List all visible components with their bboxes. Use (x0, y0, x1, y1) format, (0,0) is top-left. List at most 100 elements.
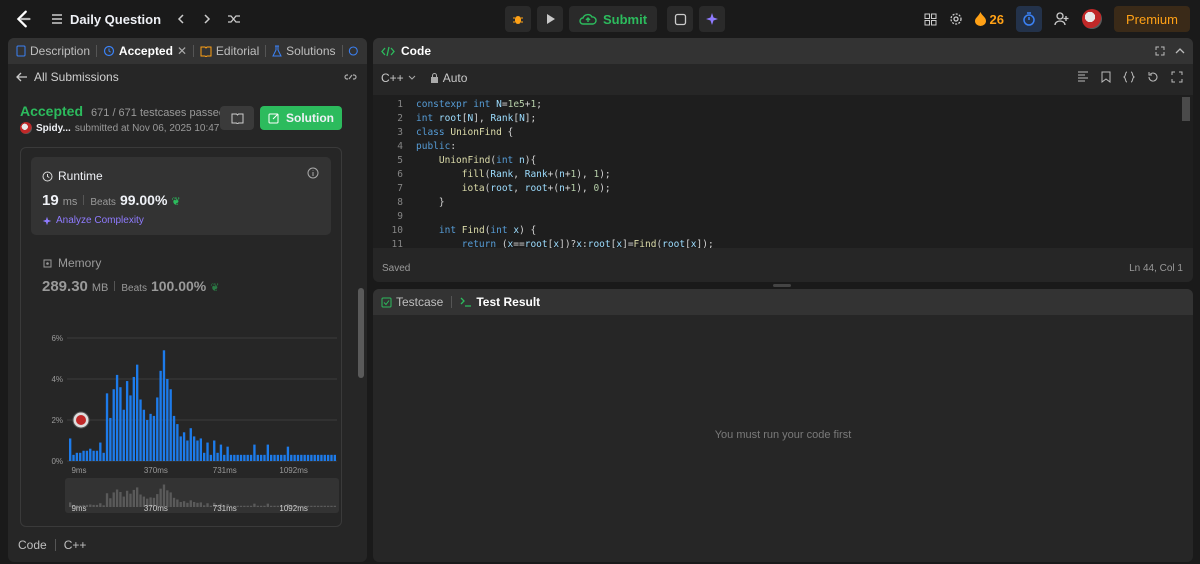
analyze-complexity-link[interactable]: Analyze Complexity (42, 215, 144, 226)
line-number: 8 (397, 197, 403, 208)
reset-icon[interactable] (1147, 71, 1159, 83)
your-result-marker-inner (76, 415, 86, 425)
runtime-distribution-chart[interactable]: 6% 4% 2% 0% 9ms 370ms 731ms 1092ms 9ms 370ms 731ms… (21, 328, 341, 518)
problem-list-button[interactable]: Daily Question (50, 12, 161, 27)
chart-bar (226, 446, 229, 461)
x-tick-label: 1092ms (279, 466, 307, 475)
code-footer[interactable]: Code C++ (18, 538, 86, 552)
chart-bar (75, 452, 79, 461)
overview-bar (129, 493, 132, 507)
code-line[interactable]: constexpr int N=1e5+1; (416, 98, 714, 112)
bug-icon (513, 16, 523, 24)
info-icon[interactable] (307, 167, 319, 179)
add-user-icon[interactable] (1054, 12, 1070, 26)
chart-bar (330, 454, 333, 461)
code-line[interactable]: return (x==root[x])?x:root[x]=Find(root[… (416, 238, 714, 248)
book-icon (200, 46, 212, 57)
collapse-icon[interactable] (1175, 47, 1185, 55)
next-question-icon[interactable] (201, 13, 213, 25)
chart-bar (203, 452, 206, 461)
chart-bar (82, 450, 85, 461)
chart-bar (69, 438, 72, 461)
code-line[interactable]: UnionFind(int n){ (416, 154, 714, 168)
maximize-icon[interactable] (1155, 46, 1165, 56)
code-line[interactable]: class UnionFind { (416, 126, 714, 140)
tab-solutions[interactable]: Solutions (272, 44, 336, 58)
chip-icon (43, 259, 52, 267)
run-button[interactable] (537, 6, 563, 32)
chart-bar (109, 417, 112, 461)
auto-mode[interactable]: Auto (430, 71, 467, 85)
braces-icon[interactable] (1123, 71, 1135, 83)
resize-handle[interactable] (773, 284, 791, 287)
submit-button[interactable]: Submit (569, 6, 658, 32)
code-line[interactable]: public: (416, 140, 714, 154)
streak-counter[interactable]: 26 (974, 12, 1004, 27)
submissions-history-icon[interactable] (348, 45, 359, 57)
overview-tick-label: 9ms (71, 504, 86, 513)
format-icon[interactable] (1077, 71, 1089, 82)
code-line[interactable]: int root[N], Rank[N]; (416, 112, 714, 126)
line-number: 7 (397, 183, 403, 194)
shuffle-icon[interactable] (227, 13, 241, 25)
overview-bar (186, 502, 189, 507)
layout-icon[interactable] (924, 13, 937, 26)
save-status: Saved (382, 263, 411, 274)
code-line[interactable]: iota(root, root+(n+1), 0); (416, 182, 714, 196)
code-editor[interactable]: 1 2 3 4 5 6 7 8 9 10 11 constexpr int N=1e5+1; int … (373, 95, 1193, 248)
runtime-box[interactable]: Runtime 19 ms Beats 99.00% ❦ Analyze Com… (31, 157, 331, 235)
overview-bar (132, 489, 135, 507)
overview-bar (236, 505, 239, 507)
arrow-left-icon (16, 72, 27, 82)
ai-assist-button[interactable] (699, 6, 726, 32)
left-scrollbar[interactable] (358, 288, 364, 378)
notebook-button[interactable] (220, 106, 254, 130)
link-icon[interactable] (344, 72, 357, 82)
chart-bar (125, 381, 129, 461)
tab-testcase[interactable]: Testcase (381, 295, 443, 309)
debug-button[interactable] (505, 6, 531, 32)
tab-test-result[interactable]: Test Result (460, 295, 540, 309)
user-avatar[interactable] (1081, 9, 1102, 29)
chart-bar (206, 442, 209, 461)
notes-button[interactable] (667, 6, 694, 32)
tab-accepted[interactable]: Accepted ✕ (103, 44, 187, 58)
code-line[interactable]: int Find(int x) { (416, 224, 714, 238)
editor-scrollbar[interactable] (1182, 97, 1190, 121)
close-tab-icon[interactable]: ✕ (177, 44, 187, 58)
leaf-icon: ❦ (171, 196, 181, 208)
line-number: 6 (397, 169, 403, 180)
overview-bar (89, 504, 92, 507)
prev-question-icon[interactable] (175, 13, 187, 25)
memory-box[interactable]: Memory (42, 256, 101, 270)
settings-gear-icon[interactable] (949, 12, 963, 26)
tab-description[interactable]: Description (16, 44, 90, 58)
code-line[interactable]: } (416, 196, 714, 210)
chart-bar (186, 440, 189, 461)
code-line[interactable] (416, 210, 714, 224)
terminal-icon (460, 297, 472, 307)
language-select[interactable]: C++ (381, 71, 416, 85)
premium-button[interactable]: Premium (1113, 6, 1190, 32)
chart-bar (179, 436, 182, 461)
line-number: 2 (397, 113, 403, 124)
play-icon (547, 14, 555, 24)
bookmark-icon[interactable] (1101, 71, 1111, 83)
timer-button[interactable] (1015, 6, 1042, 32)
tab-editorial[interactable]: Editorial (200, 44, 259, 58)
overview-tick-label: 731ms (213, 504, 237, 513)
chart-bar (236, 454, 239, 461)
leetcode-logo-icon[interactable] (12, 8, 34, 30)
chart-bar (229, 454, 233, 461)
chart-bar (102, 452, 105, 461)
back-to-submissions[interactable]: All Submissions (16, 70, 119, 84)
submitter-name[interactable]: Spidy... (36, 123, 71, 134)
overview-bar (313, 505, 316, 507)
solution-button[interactable]: Solution (260, 106, 342, 130)
overview-bar (253, 503, 256, 507)
sparkle-icon (42, 216, 52, 225)
code-line[interactable]: fill(Rank, Rank+(n+1), 1); (416, 168, 714, 182)
overview-bar (99, 503, 102, 507)
overview-bar (310, 505, 313, 507)
fullscreen-icon[interactable] (1171, 71, 1183, 83)
